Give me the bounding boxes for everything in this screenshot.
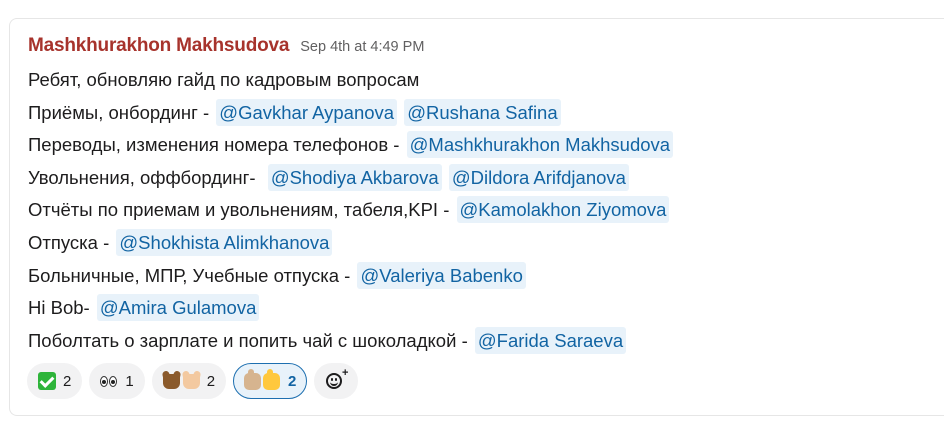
user-mention[interactable]: @Gavkhar Aypanova [216,98,398,126]
user-mention[interactable]: @Shodiya Akbarova [267,163,442,191]
message-line: Отпуска - @Shokhista Alimkhanova [28,227,673,260]
line-text: Увольнения, оффбординг- [28,166,261,188]
user-mention[interactable]: @Dildora Arifdjanova [448,163,629,191]
line-text: Переводы, изменения номера телефонов - [28,134,400,156]
message-line: Hi Bob- @Amira Gulamova [28,292,673,325]
thumbs-up-icon [244,368,281,390]
reaction-count: 2 [288,372,297,390]
user-mention[interactable]: @Kamolakhon Ziyomova [456,196,670,224]
reaction-count: 2 [206,372,216,390]
author-name[interactable]: Mashkhurakhon Makhsudova [28,35,289,57]
message-line: Приёмы, онбординг - @Gavkhar Aypanova @R… [28,97,673,130]
reaction-white-check-mark[interactable]: 2 [27,363,83,399]
message-line: Поболтать о зарплате и попить чай с шоко… [28,325,673,358]
line-text: Больничные, МПР, Учебные отпуска - [28,264,351,286]
line-text: Отпуска - [28,231,110,253]
message-timestamp[interactable]: Sep 4th at 4:49 PM [300,39,424,55]
message-line: Увольнения, оффбординг- @Shodiya Akbarov… [28,162,673,195]
user-mention[interactable]: @Shokhista Alimkhanova [116,228,333,256]
reactions-bar: 2 1 2 2 + [27,363,359,399]
user-mention[interactable]: @Mashkhurakhon Makhsudova [406,131,674,159]
message-line: Отчёты по приемам и увольнениям, табеля,… [28,194,673,227]
line-text: Hi Bob- [28,297,90,319]
message-line: Переводы, изменения номера телефонов - @… [28,129,674,162]
reaction-eyes[interactable]: 1 [89,363,145,399]
add-reaction-button[interactable]: + [314,363,359,399]
eyes-icon [100,375,118,387]
message-header: Mashkhurakhon Makhsudova Sep 4th at 4:49… [28,35,424,61]
add-reaction-icon: + [326,368,349,391]
reaction-count: 2 [63,372,72,390]
message-line: Больничные, МПР, Учебные отпуска - @Vale… [28,260,673,293]
line-text: Отчёты по приемам и увольнениям, табеля,… [28,199,450,221]
user-mention[interactable]: @Amira Gulamova [96,294,260,322]
reaction-thumbs-up[interactable]: 2 [233,363,308,399]
user-mention[interactable]: @Rushana Safina [404,98,561,126]
user-mention[interactable]: @Valeriya Babenko [357,261,526,289]
message-line: Ребят, обновляю гайд по кадровым вопроса… [28,64,673,97]
reaction-count: 1 [125,372,134,390]
line-text: Приёмы, онбординг - [28,101,210,123]
line-text: Ребят, обновляю гайд по кадровым вопроса… [28,69,420,90]
user-mention[interactable]: @Farida Saraeva [474,326,627,354]
reaction-raised-hands[interactable]: 2 [151,363,227,399]
message-body: Ребят, обновляю гайд по кадровым вопроса… [28,64,674,358]
white-check-mark-icon [38,372,56,390]
line-text: Поболтать о зарплате и попить чай с шоко… [28,329,468,351]
raised-hands-icon [162,373,200,389]
